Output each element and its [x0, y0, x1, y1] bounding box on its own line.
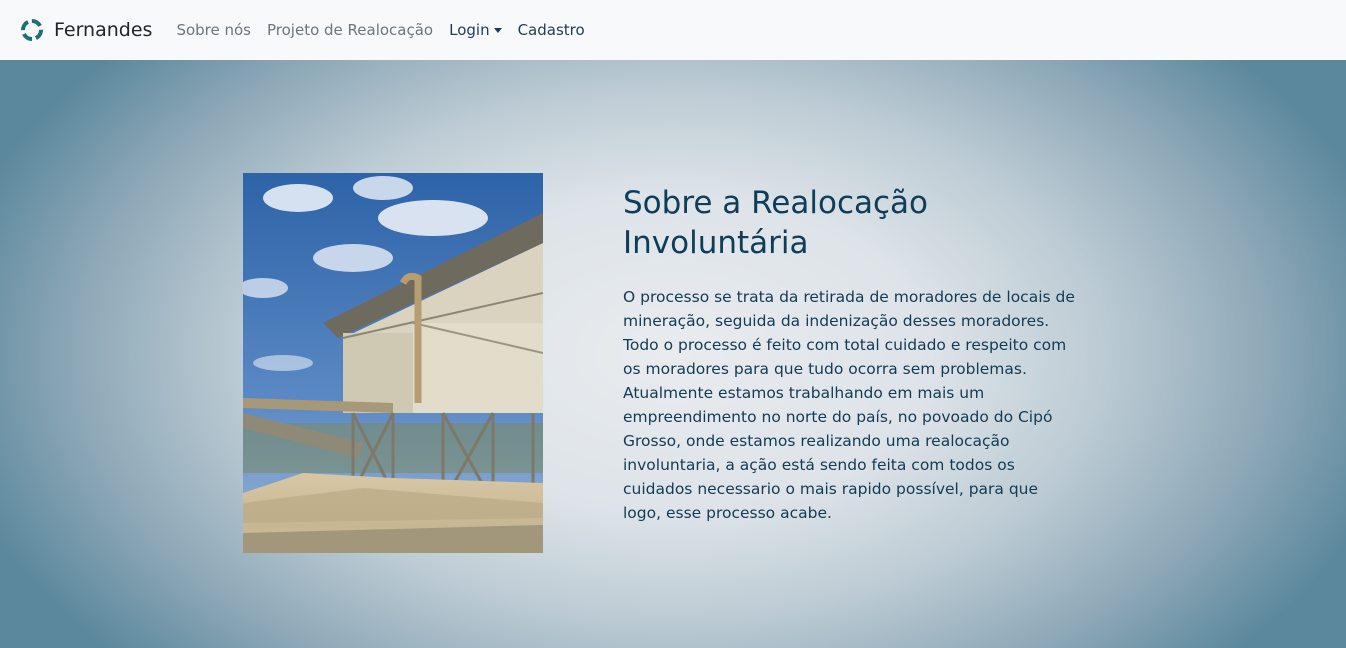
mining-plant-photo — [243, 173, 543, 553]
section-title: Sobre a Realocação Involuntária — [623, 183, 1078, 263]
caret-down-icon — [493, 28, 502, 33]
login-dropdown[interactable]: Login — [449, 21, 502, 39]
nav-link-projeto[interactable]: Projeto de Realocação — [267, 21, 433, 39]
logo-icon — [21, 19, 43, 41]
about-content: Sobre a Realocação Involuntária O proces… — [623, 183, 1078, 525]
title-line-1: Sobre a Realocação — [623, 185, 929, 221]
about-section: Sobre a Realocação Involuntária O proces… — [0, 60, 1346, 648]
title-line-2: Involuntária — [623, 225, 809, 261]
login-label: Login — [449, 21, 490, 39]
nav-link-cadastro[interactable]: Cadastro — [518, 21, 585, 39]
nav-link-sobre[interactable]: Sobre nós — [176, 21, 251, 39]
nav-links: Sobre nós Projeto de Realocação Login Ca… — [176, 21, 600, 39]
brand-link[interactable]: Fernandes — [20, 18, 152, 42]
brand-name: Fernandes — [54, 19, 153, 41]
section-description: O processo se trata da retirada de morad… — [623, 288, 1075, 522]
navbar: Fernandes Sobre nós Projeto de Realocaçã… — [0, 0, 1346, 60]
